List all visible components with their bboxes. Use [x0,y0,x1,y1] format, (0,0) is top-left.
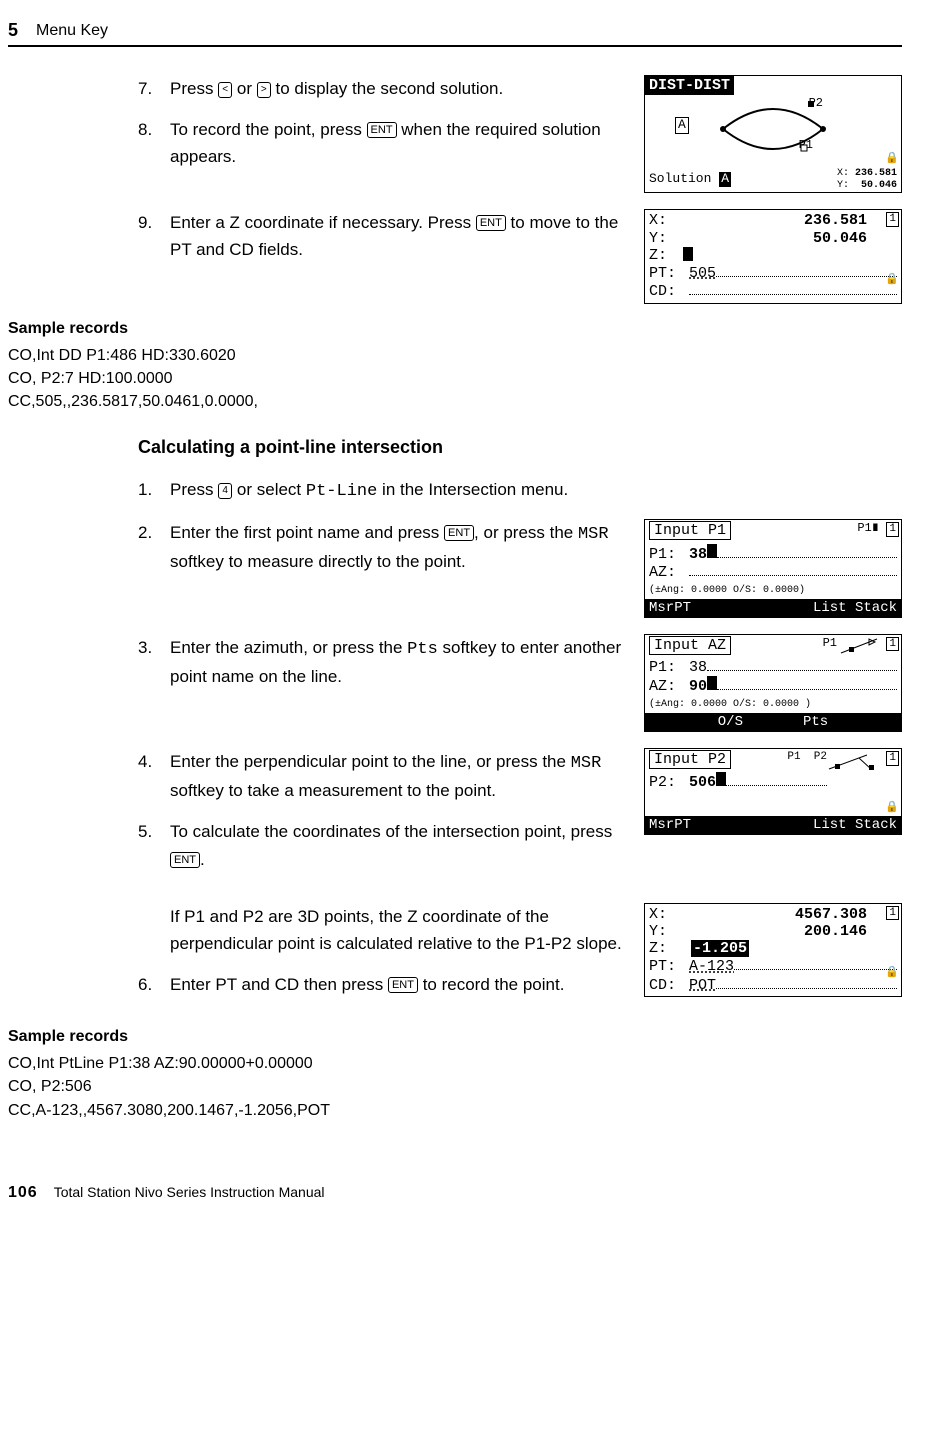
cursor-icon [683,247,693,261]
key-4-icon: 4 [218,483,232,499]
screen-input-p2: 1 Input P2 P1 P2 P2:506 🔒 MsrPT List Sta… [644,748,902,835]
step-b5: 5. To calculate the coordinates of the i… [138,818,626,872]
stack-softkey[interactable]: Stack [855,817,897,833]
sample-records-1: Sample records CO,Int DD P1:486 HD:330.6… [8,320,902,414]
step-note: If P1 and P2 are 3D points, the Z coordi… [138,903,626,957]
step-b6: 6. Enter PT and CD then press ENT to rec… [138,971,626,998]
left-key-icon: < [218,82,232,98]
lock-icon: 🔒 [885,802,899,815]
page-number: 106 [8,1184,38,1202]
screen-title: DIST-DIST [645,76,734,95]
pts-softkey[interactable]: Pts [803,714,828,730]
page-header: 5 Menu Key [8,20,902,41]
page-badge-icon: 1 [886,751,899,766]
sample-records-2: Sample records CO,Int PtLine P1:38 AZ:90… [8,1028,902,1122]
screen-result: 1 X:4567.308 Y:200.146 Z:-1.205 PT:A-123… [644,903,902,997]
manual-title: Total Station Nivo Series Instruction Ma… [54,1184,325,1200]
stack-softkey[interactable]: Stack [855,600,897,616]
msrpt-softkey[interactable]: MsrPT [649,600,691,616]
ent-key-icon: ENT [367,122,397,138]
step-8: 8. To record the point, press ENT when t… [138,116,626,170]
screen-input-az: 1 Input AZ P1 P1:38 AZ:90 (±Ang: 0.0000 … [644,634,902,732]
chapter-title: Menu Key [36,22,108,40]
section-title: Calculating a point-line intersection [138,437,902,458]
flag-line-icon [839,637,879,655]
lock-icon: 🔒 [885,967,899,980]
lock-icon: 🔒 [885,274,899,287]
screen-dist-dist: DIST-DIST A P2 P1 🔒 Solution A X:Y: 236.… [644,75,902,193]
step-9: 9. Enter a Z coordinate if necessary. Pr… [138,209,626,263]
page-badge-icon: 1 [886,637,899,652]
msrpt-softkey[interactable]: MsrPT [649,817,691,833]
screen-input-p1: 1 Input P1 P1∎ P1:38 AZ: (±Ang: 0.0000 O… [644,519,902,617]
step-b3: 3. Enter the azimuth, or press the Pts s… [138,634,626,690]
screen-xyz-entry: 1 X:236.581 Y:50.046 Z: PT:505 CD: 🔒 [644,209,902,303]
step-b2: 2. Enter the first point name and press … [138,519,626,575]
header-rule [8,45,902,47]
ent-key-icon: ENT [170,852,200,868]
page-badge-icon: 1 [886,522,899,537]
list-softkey[interactable]: List [813,600,847,616]
os-softkey[interactable]: O/S [718,714,743,730]
ent-key-icon: ENT [388,977,418,993]
lock-icon: 🔒 [885,153,899,166]
right-key-icon: > [257,82,271,98]
page-footer: 106 Total Station Nivo Series Instructio… [8,1184,325,1202]
step-7: 7. Press < or > to display the second so… [138,75,626,102]
list-softkey[interactable]: List [813,817,847,833]
chapter-number: 5 [8,20,18,41]
ent-key-icon: ENT [476,215,506,231]
step-b1: 1. Press 4 or select Pt-Line in the Inte… [138,476,902,505]
ent-key-icon: ENT [444,525,474,541]
intersection-diagram-icon [673,97,873,161]
step-b4: 4. Enter the perpendicular point to the … [138,748,626,804]
